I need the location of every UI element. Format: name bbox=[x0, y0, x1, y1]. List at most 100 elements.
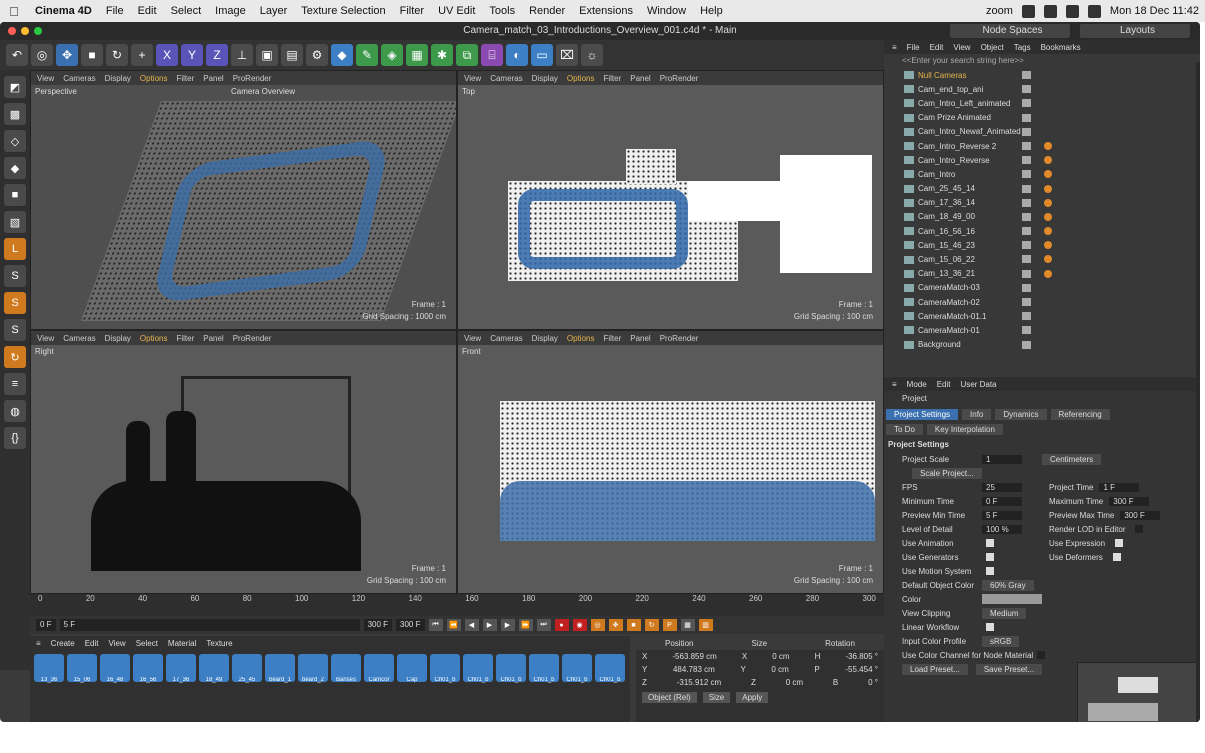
visibility-icon[interactable] bbox=[1022, 298, 1031, 306]
vp-menu-options[interactable]: Options bbox=[567, 74, 595, 83]
material-swatch[interactable]: 25_45 bbox=[232, 654, 262, 683]
tab-dynamics[interactable]: Dynamics bbox=[995, 409, 1047, 420]
attr-menu-mode[interactable]: Mode bbox=[907, 380, 927, 389]
node-spaces-dropdown[interactable]: Node Spaces bbox=[950, 24, 1070, 38]
material-swatch[interactable]: 16_56 bbox=[133, 654, 163, 683]
value[interactable]: 0 cm bbox=[772, 652, 789, 661]
tag-icon[interactable] bbox=[1044, 269, 1052, 278]
default-color-select[interactable]: 60% Gray bbox=[982, 579, 1034, 591]
autokey-icon[interactable]: ◉ bbox=[572, 619, 587, 631]
viewport-front[interactable]: View Cameras Display Options Filter Pane… bbox=[457, 330, 884, 594]
go-to-start-icon[interactable]: ⏮ bbox=[428, 619, 443, 631]
vp-menu-panel[interactable]: Panel bbox=[203, 334, 223, 343]
object-item[interactable]: Cam_Intro_Left_animated bbox=[884, 96, 1200, 110]
color-swatch[interactable] bbox=[982, 594, 1042, 604]
object-item[interactable]: Cam_15_46_23 bbox=[884, 238, 1200, 252]
object-item[interactable]: Cam Prize Animated bbox=[884, 111, 1200, 125]
mat-menu-edit[interactable]: Edit bbox=[85, 639, 99, 648]
vp-menu-display[interactable]: Display bbox=[532, 334, 558, 343]
tab-info[interactable]: Info bbox=[962, 409, 992, 420]
vp-menu-prorender[interactable]: ProRender bbox=[660, 334, 699, 343]
tag-icon[interactable] bbox=[1044, 227, 1052, 236]
visibility-icon[interactable] bbox=[1022, 283, 1031, 292]
visibility-icon[interactable] bbox=[1022, 99, 1031, 108]
visibility-icon[interactable] bbox=[1022, 113, 1031, 122]
max-time-input[interactable]: 300 F bbox=[1109, 496, 1150, 506]
snap-icon[interactable]: S bbox=[4, 265, 26, 287]
preview-range-field[interactable]: 5 F bbox=[59, 619, 360, 631]
material-swatch[interactable]: 15_06 bbox=[67, 654, 97, 683]
tag-icon[interactable] bbox=[1044, 170, 1052, 179]
menu-edit[interactable]: Edit bbox=[131, 5, 164, 17]
attr-menu-edit[interactable]: Edit bbox=[937, 380, 951, 389]
pen-icon[interactable]: ✎ bbox=[356, 44, 378, 66]
visibility-icon[interactable] bbox=[1022, 312, 1031, 321]
om-menu-tags[interactable]: Tags bbox=[1014, 43, 1031, 52]
visibility-icon[interactable] bbox=[1022, 184, 1031, 193]
coord-size-select[interactable]: Size bbox=[702, 692, 731, 703]
material-swatch[interactable]: Ch01_b bbox=[496, 654, 526, 683]
rotation-key-icon[interactable]: ↻ bbox=[644, 619, 659, 631]
object-item[interactable]: CameraMatch-01.1 bbox=[884, 309, 1200, 323]
prev-key-icon[interactable]: ⏪ bbox=[446, 619, 461, 631]
visibility-icon[interactable] bbox=[1022, 141, 1031, 150]
vp-menu-options[interactable]: Options bbox=[140, 334, 168, 343]
layer-icon[interactable]: ≡ bbox=[4, 373, 26, 395]
vp-menu-options[interactable]: Options bbox=[140, 74, 168, 83]
object-item[interactable]: CameraMatch-01 bbox=[884, 323, 1200, 337]
hamburger-icon[interactable]: ≡ bbox=[892, 43, 897, 52]
vp-menu-cameras[interactable]: Cameras bbox=[490, 74, 522, 83]
vp-menu-view[interactable]: View bbox=[37, 74, 54, 83]
value[interactable]: 484.783 cm bbox=[673, 665, 715, 674]
side-tab-strip[interactable] bbox=[1196, 62, 1200, 722]
color-channel-checkbox[interactable] bbox=[1037, 651, 1046, 659]
use-generators-checkbox[interactable] bbox=[986, 553, 994, 561]
vp-menu-filter[interactable]: Filter bbox=[603, 334, 621, 343]
mat-menu-create[interactable]: Create bbox=[51, 639, 75, 648]
tab-project-settings[interactable]: Project Settings bbox=[886, 409, 959, 420]
vp-menu-prorender[interactable]: ProRender bbox=[660, 74, 699, 83]
preview-min-input[interactable]: 5 F bbox=[982, 510, 1022, 520]
position-key-icon[interactable]: ✥ bbox=[608, 619, 623, 631]
value[interactable]: 0 cm bbox=[771, 665, 788, 674]
tag-icon[interactable] bbox=[1044, 198, 1052, 207]
viewport-right[interactable]: View Cameras Display Options Filter Pane… bbox=[30, 330, 457, 594]
render-settings-icon[interactable]: ⚙ bbox=[306, 44, 328, 66]
visibility-icon[interactable] bbox=[1022, 269, 1031, 278]
preview-end-field[interactable]: 300 F bbox=[363, 619, 393, 631]
tag-icon[interactable] bbox=[1044, 184, 1052, 193]
script-icon[interactable]: {} bbox=[4, 427, 26, 449]
timeline-icon[interactable]: ▥ bbox=[698, 619, 713, 631]
menu-help[interactable]: Help bbox=[693, 5, 730, 17]
object-item[interactable]: Cam_18_49_00 bbox=[884, 210, 1200, 224]
scale-project-button[interactable]: Scale Project... bbox=[912, 467, 982, 479]
model-mode-icon[interactable]: ◩ bbox=[4, 76, 26, 98]
om-menu-file[interactable]: File bbox=[907, 43, 920, 52]
clock[interactable]: Mon 18 Dec 11:42 bbox=[1110, 5, 1199, 17]
tag-icon[interactable] bbox=[1044, 212, 1052, 221]
texture-mode-icon[interactable]: ▩ bbox=[4, 103, 26, 125]
mat-menu-texture[interactable]: Texture bbox=[206, 639, 232, 648]
keyframe-selection-icon[interactable]: ◎ bbox=[590, 619, 605, 631]
fps-input[interactable]: 25 bbox=[982, 482, 1022, 492]
polygons-mode-icon[interactable]: ■ bbox=[4, 184, 26, 206]
material-swatch[interactable]: 13_36 bbox=[34, 654, 64, 683]
preview-max-input[interactable]: 300 F bbox=[1120, 510, 1161, 520]
render-lod-checkbox[interactable] bbox=[1135, 524, 1144, 533]
move-icon[interactable]: ✥ bbox=[56, 44, 78, 66]
vp-menu-cameras[interactable]: Cameras bbox=[490, 334, 522, 343]
material-swatch[interactable]: 18_49 bbox=[199, 654, 229, 683]
lod-input[interactable]: 100 % bbox=[982, 524, 1022, 534]
vp-menu-panel[interactable]: Panel bbox=[203, 74, 223, 83]
vp-menu-options[interactable]: Options bbox=[567, 334, 595, 343]
camera-icon[interactable]: ⌧ bbox=[556, 44, 578, 66]
material-swatch[interactable]: Ch01_b bbox=[595, 654, 625, 683]
load-preset-button[interactable]: Load Preset... bbox=[902, 663, 968, 675]
project-time-input[interactable]: 1 F bbox=[1099, 482, 1140, 492]
visibility-icon[interactable] bbox=[1022, 170, 1031, 179]
om-menu-view[interactable]: View bbox=[953, 43, 970, 52]
vp-menu-display[interactable]: Display bbox=[532, 74, 558, 83]
value[interactable]: -55.454 ° bbox=[845, 665, 878, 674]
scale-icon[interactable]: ■ bbox=[81, 44, 103, 66]
material-swatch[interactable]: beard_1 bbox=[265, 654, 295, 683]
